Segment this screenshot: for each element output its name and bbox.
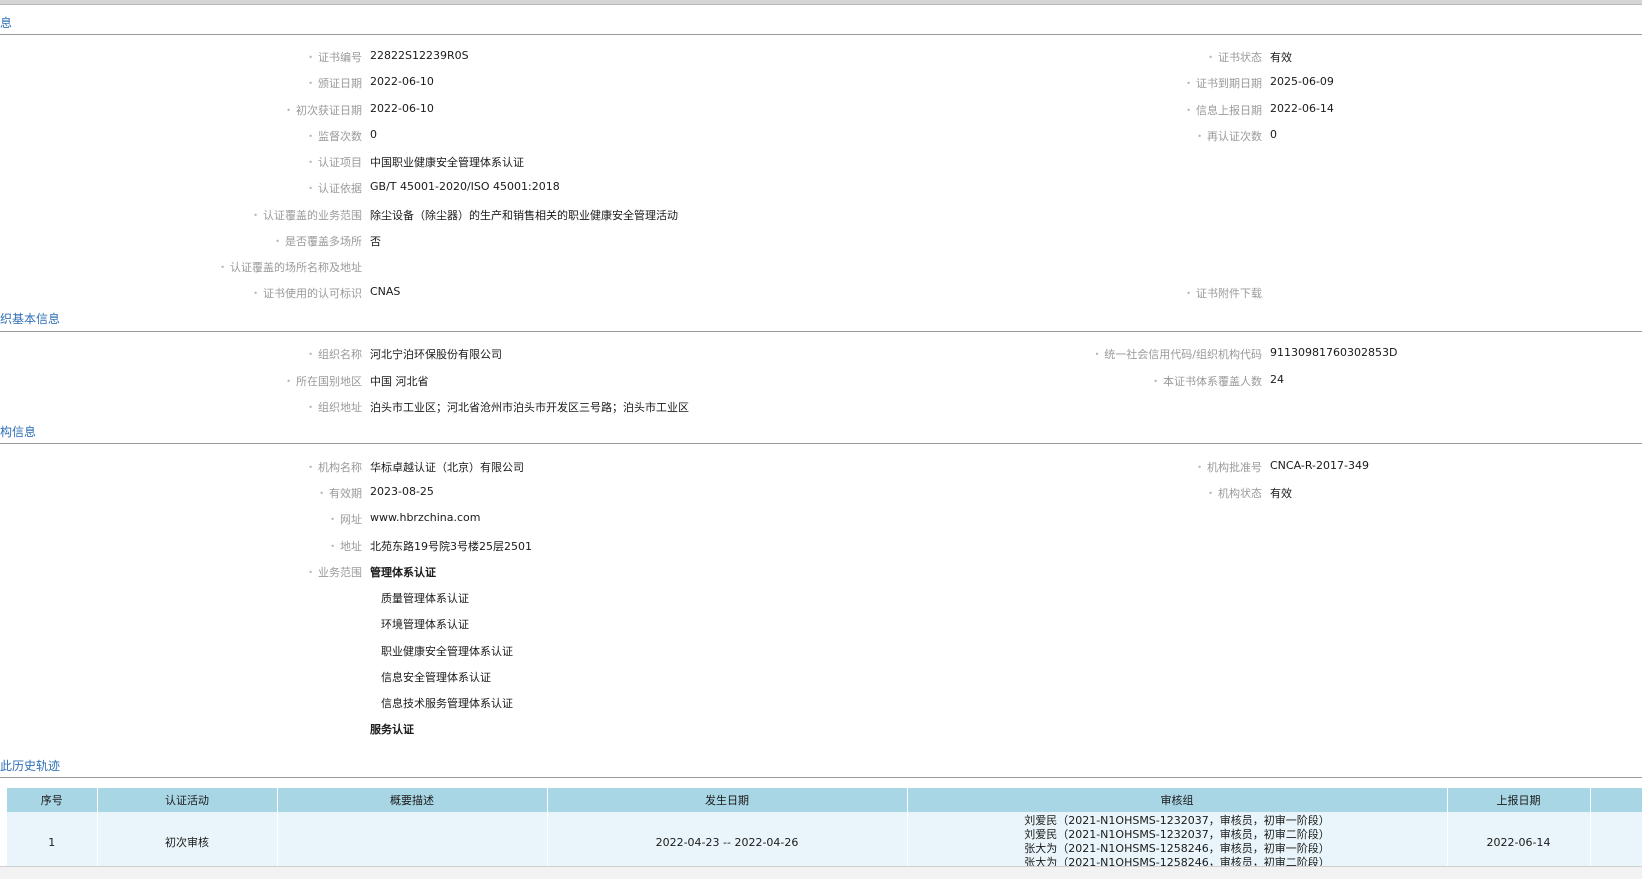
report-date-label: 信息上报日期 xyxy=(1186,102,1262,118)
col-header-date: 发生日期 xyxy=(547,788,908,812)
headcount-label: 本证书体系覆盖人数 xyxy=(1153,373,1262,389)
scope-group-heading: 管理体系认证 xyxy=(370,566,436,579)
cert-project-value: 中国职业健康安全管理体系认证 xyxy=(370,156,524,169)
col-header-no: 序号 xyxy=(7,788,98,812)
agency-address-label: 地址 xyxy=(330,538,362,554)
cert-status-label: 证书状态 xyxy=(1208,49,1262,65)
agency-approval-label: 机构批准号 xyxy=(1197,459,1262,475)
accreditation-mark-value: CNAS xyxy=(370,285,401,298)
agency-approval-value: CNCA-R-2017-349 xyxy=(1270,459,1369,472)
org-name-value: 河北宁泊环保股份有限公司 xyxy=(370,348,502,361)
cell-reported: 2022-06-14 xyxy=(1447,812,1591,872)
cell-date: 2022-04-23 -- 2022-04-26 xyxy=(547,812,908,872)
agency-name-value: 华标卓越认证（北京）有限公司 xyxy=(370,461,524,474)
top-scrollbar-edge xyxy=(0,0,1642,5)
agency-name-label: 机构名称 xyxy=(308,459,362,475)
bottom-status-bar xyxy=(0,866,1642,879)
scope-item: 环境管理体系认证 xyxy=(381,618,469,631)
col-header-extra xyxy=(1590,788,1642,812)
section-divider xyxy=(0,777,1642,778)
agency-website-label: 网址 xyxy=(330,511,362,527)
section-divider xyxy=(0,34,1642,35)
issue-date-value: 2022-06-10 xyxy=(370,75,434,88)
cert-no-label: 证书编号 xyxy=(308,49,362,65)
table-row: 1 初次审核 2022-04-23 -- 2022-04-26 刘爱民（2021… xyxy=(7,812,1642,872)
org-name-label: 组织名称 xyxy=(308,346,362,362)
col-header-reported: 上报日期 xyxy=(1447,788,1591,812)
cell-summary xyxy=(277,812,548,872)
section-title-org-info: 织基本信息 xyxy=(0,312,61,326)
section-title-agency-info: 构信息 xyxy=(0,425,37,439)
agency-status-label: 机构状态 xyxy=(1208,485,1262,501)
scope-item: 职业健康安全管理体系认证 xyxy=(381,645,513,658)
first-cert-date-value: 2022-06-10 xyxy=(370,102,434,115)
history-header-row: 序号 认证活动 概要描述 发生日期 审核组 上报日期 xyxy=(7,788,1642,812)
cert-basis-value: GB/T 45001-2020/ISO 45001:2018 xyxy=(370,180,560,193)
cert-attachment-download-link[interactable]: 证书附件下载 xyxy=(1186,285,1262,301)
org-region-value: 中国 河北省 xyxy=(370,375,429,388)
cell-audit-team: 刘爱民（2021-N1OHSMS-1232037，审核员，初审一阶段） 刘爱民（… xyxy=(907,812,1448,872)
section-title-cert-info: 息 xyxy=(0,16,13,30)
col-header-activity: 认证活动 xyxy=(97,788,278,812)
col-header-audit-team: 审核组 xyxy=(907,788,1448,812)
cell-activity: 初次审核 xyxy=(97,812,278,872)
report-date-value: 2022-06-14 xyxy=(1270,102,1334,115)
auditor-entry: 张大为（2021-N1OHSMS-1258246，审核员，初审一阶段） xyxy=(1024,842,1330,855)
recert-count-label: 再认证次数 xyxy=(1197,128,1262,144)
first-cert-date-label: 初次获证日期 xyxy=(286,102,362,118)
cert-scope-value: 除尘设备（除尘器）的生产和销售相关的职业健康安全管理活动 xyxy=(370,209,678,222)
auditor-entry: 刘爱民（2021-N1OHSMS-1232037，审核员，初审二阶段） xyxy=(1024,828,1330,841)
issue-date-label: 颁证日期 xyxy=(308,75,362,91)
agency-scope-label: 业务范围 xyxy=(308,564,362,580)
scope-item: 信息技术服务管理体系认证 xyxy=(381,697,513,710)
cert-basis-label: 认证依据 xyxy=(308,180,362,196)
cert-project-label: 认证项目 xyxy=(308,154,362,170)
col-header-summary: 概要描述 xyxy=(277,788,548,812)
recert-count-value: 0 xyxy=(1270,128,1277,141)
org-address-label: 组织地址 xyxy=(308,399,362,415)
multi-site-label: 是否覆盖多场所 xyxy=(275,233,362,249)
section-divider xyxy=(0,443,1642,444)
scope-group-heading: 服务认证 xyxy=(370,723,414,736)
credit-code-value: 91130981760302853D xyxy=(1270,346,1398,359)
org-address-value: 泊头市工业区；河北省沧州市泊头市开发区三号路；泊头市工业区 xyxy=(370,401,689,414)
supervision-count-value: 0 xyxy=(370,128,377,141)
cell-extra xyxy=(1590,812,1642,872)
agency-valid-label: 有效期 xyxy=(319,485,362,501)
cell-no: 1 xyxy=(7,812,98,872)
scope-item: 质量管理体系认证 xyxy=(381,592,469,605)
accreditation-mark-label: 证书使用的认可标识 xyxy=(253,285,362,301)
covered-sites-label: 认证覆盖的场所名称及地址 xyxy=(220,259,362,275)
agency-valid-value: 2023-08-25 xyxy=(370,485,434,498)
history-table: 序号 认证活动 概要描述 发生日期 审核组 上报日期 1 初次审核 2022-0… xyxy=(7,788,1642,872)
expiry-date-label: 证书到期日期 xyxy=(1186,75,1262,91)
cert-status-value: 有效 xyxy=(1270,51,1292,64)
section-divider xyxy=(0,331,1642,332)
cert-no-value: 22822S12239R0S xyxy=(370,49,469,62)
org-region-label: 所在国别地区 xyxy=(286,373,362,389)
scroll-clip-edge xyxy=(0,750,1642,768)
scope-item: 信息安全管理体系认证 xyxy=(381,671,491,684)
credit-code-label: 统一社会信用代码/组织机构代码 xyxy=(1095,346,1262,362)
supervision-count-label: 监督次数 xyxy=(308,128,362,144)
multi-site-value: 否 xyxy=(370,235,381,248)
expiry-date-value: 2025-06-09 xyxy=(1270,75,1334,88)
agency-address-value: 北苑东路19号院3号楼25层2501 xyxy=(370,540,532,553)
cert-scope-label: 认证覆盖的业务范围 xyxy=(253,207,362,223)
section-title-history: 此历史轨迹 xyxy=(0,759,61,773)
headcount-value: 24 xyxy=(1270,373,1284,386)
agency-status-value: 有效 xyxy=(1270,487,1292,500)
agency-website-link[interactable]: www.hbrzchina.com xyxy=(370,511,481,524)
auditor-entry: 刘爱民（2021-N1OHSMS-1232037，审核员，初审一阶段） xyxy=(1024,814,1330,827)
